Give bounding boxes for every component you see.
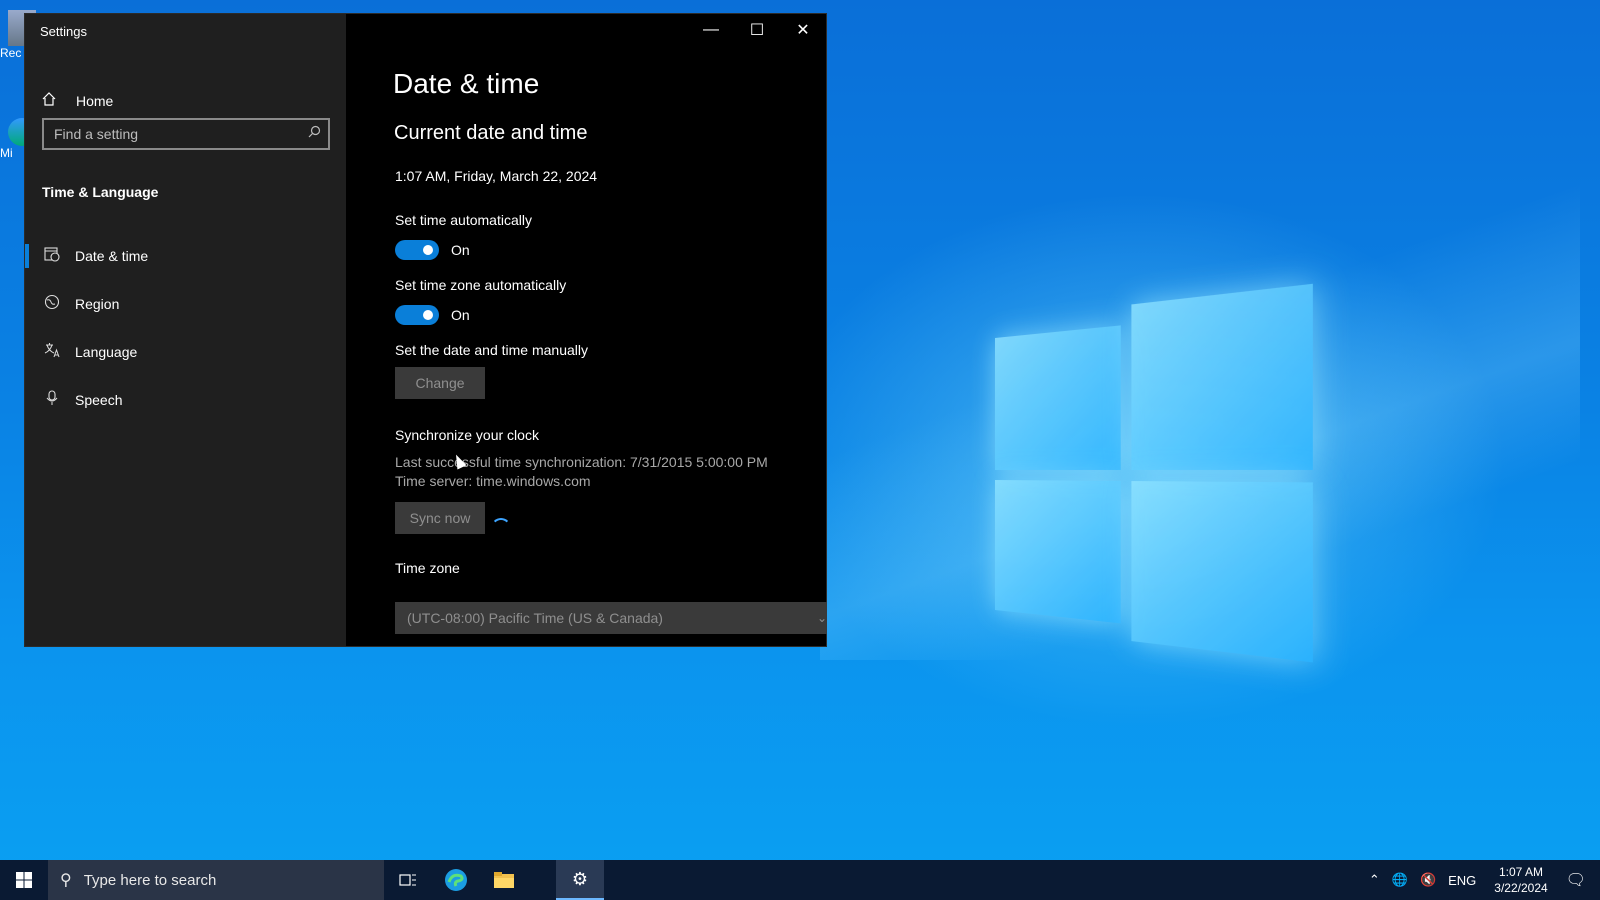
taskbar-settings[interactable]: ⚙ [556,860,604,900]
search-box[interactable] [42,118,330,150]
sidebar-item-region[interactable]: Region [25,284,346,324]
minimize-button[interactable]: — [688,14,734,46]
task-view-button[interactable] [384,860,432,900]
sidebar-item-date-time[interactable]: Date & time [25,236,346,276]
manual-datetime-label: Set the date and time manually [395,342,589,358]
start-button[interactable] [0,860,48,900]
microphone-icon [42,390,62,410]
set-tz-auto-toggle[interactable] [395,305,439,325]
sidebar-item-label: Region [75,296,120,312]
taskbar-edge[interactable] [432,860,480,900]
clock-time: 1:07 AM [1498,865,1543,879]
home-icon [41,91,61,112]
chevron-down-icon: ⌄ [816,611,827,625]
system-tray: ⌃ 🌐 🔇 ENG 1:07 AM 3/22/2024 🗨 [1363,860,1600,900]
sidebar: Settings Home Time & Language Date & tim… [25,14,346,646]
sidebar-item-home[interactable]: Home [41,86,113,116]
change-button[interactable]: Change [395,367,485,399]
notification-icon[interactable]: 🗨 [1566,870,1586,890]
page-title: Date & time [393,68,540,99]
sidebar-item-label: Language [75,344,138,360]
search-icon: ⚲ [60,872,72,889]
time-server-text: Time server: time.windows.com [395,473,591,489]
timezone-value: (UTC-08:00) Pacific Time (US & Canada) [407,610,663,626]
taskbar-file-explorer[interactable] [480,860,528,900]
clock-date: 3/22/2024 [1494,881,1548,895]
maximize-button[interactable]: ☐ [734,14,780,46]
taskbar-clock[interactable]: 1:07 AM 3/22/2024 [1494,864,1547,896]
volume-muted-icon[interactable]: 🔇 [1420,872,1436,888]
taskbar-search-placeholder: Type here to search [83,871,217,889]
edge-icon [445,869,467,891]
sidebar-item-label: Date & time [75,248,149,264]
set-tz-auto-label: Set time zone automatically [395,277,567,293]
sidebar-item-language[interactable]: Language [25,332,346,372]
current-datetime: 1:07 AM, Friday, March 22, 2024 [395,168,598,184]
windows-logo-wallpaper [995,283,1313,663]
folder-icon [494,872,514,888]
search-icon[interactable] [308,125,321,141]
section-title: Time & Language [42,184,159,200]
taskbar-search-box[interactable]: ⚲ Type here to search [48,860,384,900]
sidebar-item-label: Speech [75,392,123,408]
sidebar-item-speech[interactable]: Speech [25,380,346,420]
chevron-up-icon[interactable]: ⌃ [1369,872,1380,888]
timezone-label: Time zone [395,560,460,576]
sidebar-item-label: Home [76,93,114,109]
window-title: Settings [40,24,87,39]
loading-spinner-icon [491,518,511,538]
window-controls: — ☐ ✕ [688,14,826,46]
sync-heading: Synchronize your clock [395,427,539,443]
settings-window: Settings Home Time & Language Date & tim… [25,14,827,646]
gear-icon: ⚙ [571,868,589,889]
toggle-state-label: On [451,242,470,258]
globe-region-icon [42,294,62,314]
input-language[interactable]: ENG [1448,873,1476,888]
taskbar: ⚲ Type here to search ⚙ ⌃ 🌐 🔇 ENG 1:07 A… [0,860,1600,900]
close-button[interactable]: ✕ [780,14,826,46]
language-icon [42,342,62,362]
set-time-auto-toggle[interactable] [395,240,439,260]
section-heading: Current date and time [394,122,588,144]
close-icon: ✕ [796,22,810,39]
minimize-icon: — [703,21,719,38]
windows-start-icon [16,872,32,888]
timezone-dropdown[interactable]: (UTC-08:00) Pacific Time (US & Canada) ⌄ [395,602,827,634]
toggle-state-label: On [451,307,470,323]
calendar-clock-icon [42,246,62,266]
task-view-icon [399,874,416,886]
network-globe-icon[interactable]: 🌐 [1392,872,1408,888]
set-time-auto-label: Set time automatically [395,212,532,228]
maximize-icon: ☐ [749,22,765,39]
search-input[interactable] [44,120,294,148]
sync-now-button[interactable]: Sync now [395,502,485,534]
